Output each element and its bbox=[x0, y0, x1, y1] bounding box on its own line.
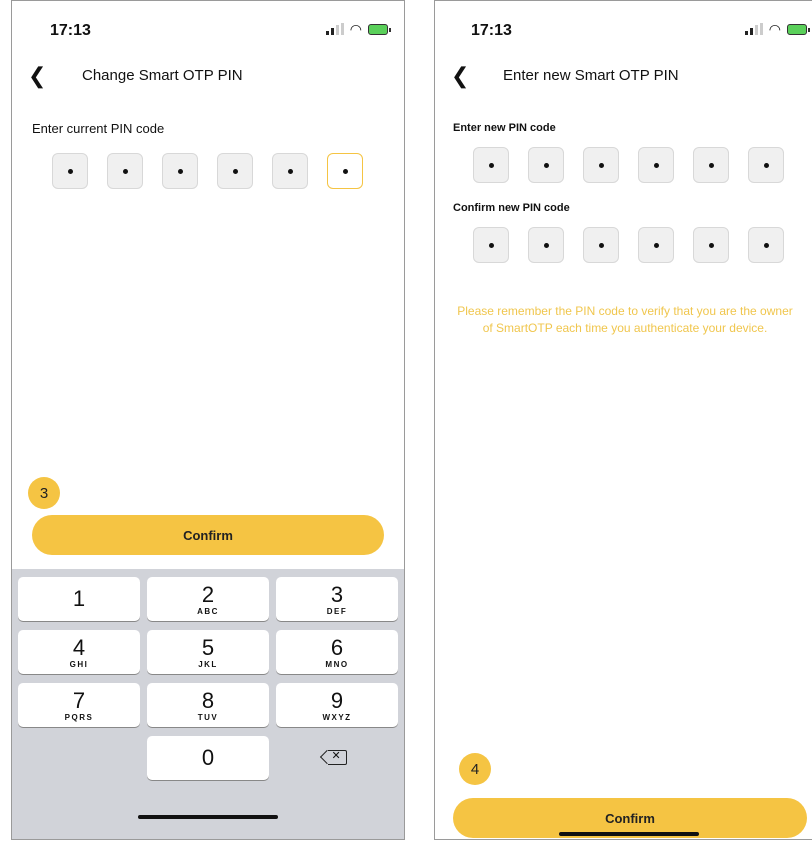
pin-dot bbox=[543, 242, 549, 248]
confirm-button[interactable]: Confirm bbox=[32, 515, 384, 555]
key-digit: 2 bbox=[201, 582, 215, 607]
pin-digit-box[interactable] bbox=[528, 147, 564, 183]
pin-dot bbox=[708, 242, 714, 248]
pin-dot bbox=[598, 162, 604, 168]
keypad-key-6[interactable]: 6 MNO bbox=[276, 630, 398, 674]
pin-dot bbox=[232, 168, 238, 174]
pin-dot bbox=[122, 168, 128, 174]
key-digit: 8 bbox=[201, 688, 215, 713]
keypad-key-9[interactable]: 9 WXYZ bbox=[276, 683, 398, 727]
confirm-pin-input[interactable] bbox=[473, 227, 784, 263]
wifi-icon: ◠ bbox=[349, 21, 362, 37]
home-indicator bbox=[559, 832, 699, 836]
pin-digit-box[interactable] bbox=[638, 147, 674, 183]
numeric-keypad: ✕ 1 2 ABC 3 DEF 4 GHI 5 JKL 6 MNO 7 PQRS 8 TUV 9 WXYZ 0 bbox=[12, 569, 404, 839]
pin-digit-box[interactable] bbox=[272, 153, 308, 189]
key-letters: TUV bbox=[197, 713, 219, 722]
key-letters: DEF bbox=[326, 607, 348, 616]
keypad-key-1[interactable]: 1 bbox=[18, 577, 140, 621]
nav-header: ❮ Change Smart OTP PIN bbox=[12, 63, 404, 93]
keypad-key-0[interactable]: 0 bbox=[147, 736, 269, 780]
status-time: 17:13 bbox=[50, 22, 91, 39]
status-icons: ◠ bbox=[325, 21, 391, 37]
keypad-key-8[interactable]: 8 TUV bbox=[147, 683, 269, 727]
pin-dot bbox=[763, 242, 769, 248]
pin-digit-box[interactable] bbox=[693, 147, 729, 183]
change-pin-screen: 17:13 ◠ ❮ Change Smart OTP PIN Enter cur… bbox=[11, 0, 405, 840]
home-indicator bbox=[138, 815, 278, 819]
keypad-key-2[interactable]: 2 ABC bbox=[147, 577, 269, 621]
keypad-key-4[interactable]: 4 GHI bbox=[18, 630, 140, 674]
new-pin-label: Enter new PIN code bbox=[453, 122, 556, 134]
pin-digit-box[interactable] bbox=[583, 227, 619, 263]
pin-dot bbox=[342, 168, 348, 174]
key-letters: JKL bbox=[198, 660, 218, 669]
pin-digit-box[interactable] bbox=[52, 153, 88, 189]
key-digit: 5 bbox=[201, 635, 215, 660]
status-bar: 17:13 ◠ bbox=[12, 1, 404, 51]
new-pin-input[interactable] bbox=[473, 147, 784, 183]
key-letters: MNO bbox=[325, 660, 349, 669]
wifi-icon: ◠ bbox=[768, 21, 781, 37]
key-digit: 1 bbox=[72, 586, 86, 611]
step-badge: 4 bbox=[459, 753, 491, 785]
key-digit: 0 bbox=[201, 745, 215, 770]
pin-digit-box[interactable] bbox=[473, 147, 509, 183]
battery-icon bbox=[368, 23, 391, 35]
step-badge: 3 bbox=[28, 477, 60, 509]
pin-dot bbox=[488, 162, 494, 168]
pin-dot bbox=[763, 162, 769, 168]
key-letters: WXYZ bbox=[322, 713, 352, 722]
page-title: Change Smart OTP PIN bbox=[82, 67, 243, 84]
pin-dot bbox=[543, 162, 549, 168]
pin-digit-box[interactable] bbox=[748, 227, 784, 263]
pin-digit-box[interactable] bbox=[473, 227, 509, 263]
pin-digit-box[interactable] bbox=[638, 227, 674, 263]
pin-digit-box[interactable] bbox=[693, 227, 729, 263]
keypad-key-3[interactable]: 3 DEF bbox=[276, 577, 398, 621]
key-digit: 3 bbox=[330, 582, 344, 607]
pin-digit-box[interactable] bbox=[528, 227, 564, 263]
signal-icon bbox=[744, 23, 763, 35]
keypad-key-7[interactable]: 7 PQRS bbox=[18, 683, 140, 727]
current-pin-label: Enter current PIN code bbox=[32, 121, 165, 136]
status-time: 17:13 bbox=[471, 22, 512, 39]
pin-dot bbox=[67, 168, 73, 174]
status-bar: 17:13 ◠ bbox=[435, 1, 812, 51]
pin-dot bbox=[598, 242, 604, 248]
new-pin-screen: 17:13 ◠ ❮ Enter new Smart OTP PIN Enter … bbox=[434, 0, 812, 840]
pin-digit-box[interactable] bbox=[162, 153, 198, 189]
page-title: Enter new Smart OTP PIN bbox=[503, 67, 679, 84]
pin-dot bbox=[653, 242, 659, 248]
confirm-pin-label: Confirm new PIN code bbox=[453, 202, 570, 214]
key-letters: PQRS bbox=[64, 713, 94, 722]
status-icons: ◠ bbox=[744, 21, 810, 37]
key-digit: 9 bbox=[330, 688, 344, 713]
pin-notice: Please remember the PIN code to verify t… bbox=[457, 304, 793, 335]
pin-dot bbox=[653, 162, 659, 168]
keypad-key-5[interactable]: 5 JKL bbox=[147, 630, 269, 674]
pin-digit-box[interactable] bbox=[217, 153, 253, 189]
pin-dot bbox=[177, 168, 183, 174]
back-icon[interactable]: ❮ bbox=[451, 65, 469, 87]
signal-icon bbox=[325, 23, 344, 35]
key-digit: 6 bbox=[330, 635, 344, 660]
pin-dot bbox=[708, 162, 714, 168]
battery-icon bbox=[787, 23, 810, 35]
back-icon[interactable]: ❮ bbox=[28, 65, 46, 87]
key-letters: GHI bbox=[69, 660, 89, 669]
key-digit: 4 bbox=[72, 635, 86, 660]
delete-key[interactable]: ✕ bbox=[276, 735, 398, 779]
pin-digit-box[interactable] bbox=[748, 147, 784, 183]
current-pin-input[interactable] bbox=[52, 153, 363, 189]
key-digit: 7 bbox=[72, 688, 86, 713]
pin-digit-box[interactable] bbox=[583, 147, 619, 183]
key-letters: ABC bbox=[197, 607, 219, 616]
pin-dot bbox=[287, 168, 293, 174]
nav-header: ❮ Enter new Smart OTP PIN bbox=[435, 63, 812, 93]
pin-dot bbox=[488, 242, 494, 248]
pin-digit-box[interactable] bbox=[327, 153, 363, 189]
pin-digit-box[interactable] bbox=[107, 153, 143, 189]
delete-key-icon: ✕ bbox=[327, 749, 347, 765]
